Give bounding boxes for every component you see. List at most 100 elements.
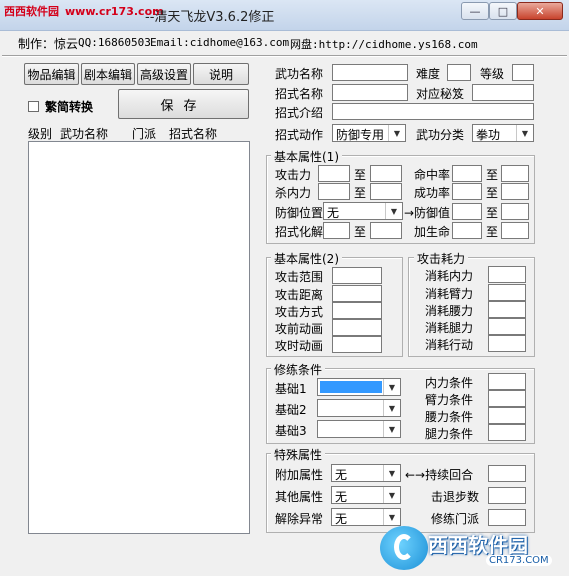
cost-waist-label: 消耗腰力 (425, 304, 474, 318)
close-button[interactable]: ✕ (517, 2, 563, 20)
attack-min-input[interactable] (318, 165, 350, 182)
skill-list[interactable] (28, 141, 250, 534)
move-action-value: 防御专用 (336, 128, 385, 142)
knockback-input[interactable] (488, 487, 526, 504)
knockback-label: 击退步数 (431, 490, 480, 504)
attack-max-input[interactable] (370, 165, 402, 182)
maximize-button[interactable]: □ (489, 2, 517, 20)
move-solve-min-input[interactable] (323, 222, 350, 239)
difficulty-input[interactable] (447, 64, 471, 81)
leg-condition-input[interactable] (488, 424, 526, 441)
minimize-icon: — (469, 4, 481, 18)
special-attributes-title: 特殊属性 (271, 446, 326, 463)
script-edit-button[interactable]: 剧本编辑 (81, 63, 135, 85)
kill-inner-min-input[interactable] (318, 183, 350, 200)
cost-inner-input[interactable] (488, 266, 526, 283)
kill-inner-label: 杀内力 (275, 186, 312, 200)
inner-condition-input[interactable] (488, 373, 526, 390)
arm-condition-input[interactable] (488, 390, 526, 407)
cost-leg-label: 消耗腿力 (425, 321, 474, 335)
chevron-down-icon: ▼ (516, 125, 533, 141)
defense-value-label: →防御值 (404, 206, 451, 220)
move-solve-max-input[interactable] (370, 222, 402, 239)
advanced-settings-button[interactable]: 高级设置 (137, 63, 191, 85)
level-input[interactable] (512, 64, 534, 81)
success-rate-max-input[interactable] (501, 183, 529, 200)
skill-name-input[interactable] (332, 64, 408, 81)
leg-condition-label: 腿力条件 (425, 427, 474, 441)
pre-attack-anim-input[interactable] (332, 319, 382, 336)
remove-abnormal-value: 无 (335, 512, 348, 526)
hit-rate-min-input[interactable] (452, 165, 482, 182)
column-header-skill-name[interactable]: 武功名称 (60, 125, 108, 142)
move-intro-input[interactable] (332, 103, 534, 120)
attack-anim-input[interactable] (332, 336, 382, 353)
base2-select[interactable]: ▼ (317, 399, 401, 417)
base1-select[interactable]: ▼ (317, 378, 401, 396)
move-name-input[interactable] (332, 84, 408, 101)
attack-cost-title: 攻击耗力 (414, 250, 469, 267)
secret-book-input[interactable] (472, 84, 534, 101)
maximize-icon: □ (497, 4, 509, 18)
extra-attribute-select[interactable]: 无 ▼ (331, 464, 401, 482)
attack-distance-input[interactable] (332, 285, 382, 302)
training-sect-label: 修练门派 (431, 512, 480, 526)
move-action-select[interactable]: 防御专用 ▼ (332, 124, 406, 142)
convert-checkbox[interactable] (28, 101, 39, 112)
defense-position-select[interactable]: 无 ▼ (323, 202, 403, 220)
inner-condition-label: 内力条件 (425, 376, 474, 390)
defense-value-max-input[interactable] (501, 203, 529, 220)
remove-abnormal-select[interactable]: 无 ▼ (331, 508, 401, 526)
base3-select[interactable]: ▼ (317, 420, 401, 438)
cost-action-label: 消耗行动 (425, 338, 474, 352)
duration-input[interactable] (488, 465, 526, 482)
waist-condition-input[interactable] (488, 407, 526, 424)
base1-label: 基础1 (275, 382, 307, 396)
to-label: 至 (354, 225, 367, 239)
to-label: 至 (486, 225, 499, 239)
base1-value (320, 381, 382, 393)
basic-attributes-2-title: 基本属性(2) (271, 250, 342, 267)
base3-label: 基础3 (275, 424, 307, 438)
remove-abnormal-label: 解除异常 (275, 512, 324, 526)
cost-leg-input[interactable] (488, 318, 526, 335)
chevron-down-icon: ▼ (383, 465, 400, 481)
cost-waist-input[interactable] (488, 301, 526, 318)
help-button[interactable]: 说明 (193, 63, 249, 85)
defense-position-label: 防御位置 (275, 206, 324, 220)
move-action-label: 招式动作 (275, 128, 324, 142)
extra-attribute-label: 附加属性 (275, 468, 324, 482)
hit-rate-max-input[interactable] (501, 165, 529, 182)
cost-arm-input[interactable] (488, 284, 526, 301)
move-name-label: 招式名称 (275, 87, 324, 101)
training-sect-input[interactable] (488, 509, 526, 526)
life-max-input[interactable] (501, 222, 529, 239)
minimize-button[interactable]: — (461, 2, 489, 20)
extra-attribute-value: 无 (335, 468, 348, 482)
other-attribute-select[interactable]: 无 ▼ (331, 486, 401, 504)
column-header-sect[interactable]: 门派 (132, 125, 156, 142)
cost-action-input[interactable] (488, 335, 526, 352)
watermark-bottom-text: 西西软件园 (428, 533, 528, 557)
chevron-down-icon: ▼ (385, 203, 402, 219)
attack-range-input[interactable] (332, 267, 382, 284)
move-intro-label: 招式介绍 (275, 106, 324, 120)
qq-text: QQ:16860503 (78, 36, 151, 49)
attack-mode-input[interactable] (332, 302, 382, 319)
chevron-down-icon: ▼ (383, 509, 400, 525)
chevron-down-icon: ▼ (383, 421, 400, 437)
defense-value-min-input[interactable] (452, 203, 482, 220)
divider (2, 55, 567, 57)
item-edit-button[interactable]: 物品编辑 (24, 63, 79, 85)
save-button[interactable]: 保存 (118, 89, 249, 119)
chevron-down-icon: ▼ (383, 400, 400, 416)
duration-label: ←→持续回合 (405, 468, 474, 482)
success-rate-min-input[interactable] (452, 183, 482, 200)
attack-anim-label: 攻时动画 (275, 339, 324, 353)
life-min-input[interactable] (452, 222, 482, 239)
kill-inner-max-input[interactable] (370, 183, 402, 200)
category-select[interactable]: 拳功 ▼ (472, 124, 534, 142)
chevron-down-icon: ▼ (383, 487, 400, 503)
column-header-move-name[interactable]: 招式名称 (169, 125, 217, 142)
column-header-level[interactable]: 级别 (28, 125, 52, 142)
